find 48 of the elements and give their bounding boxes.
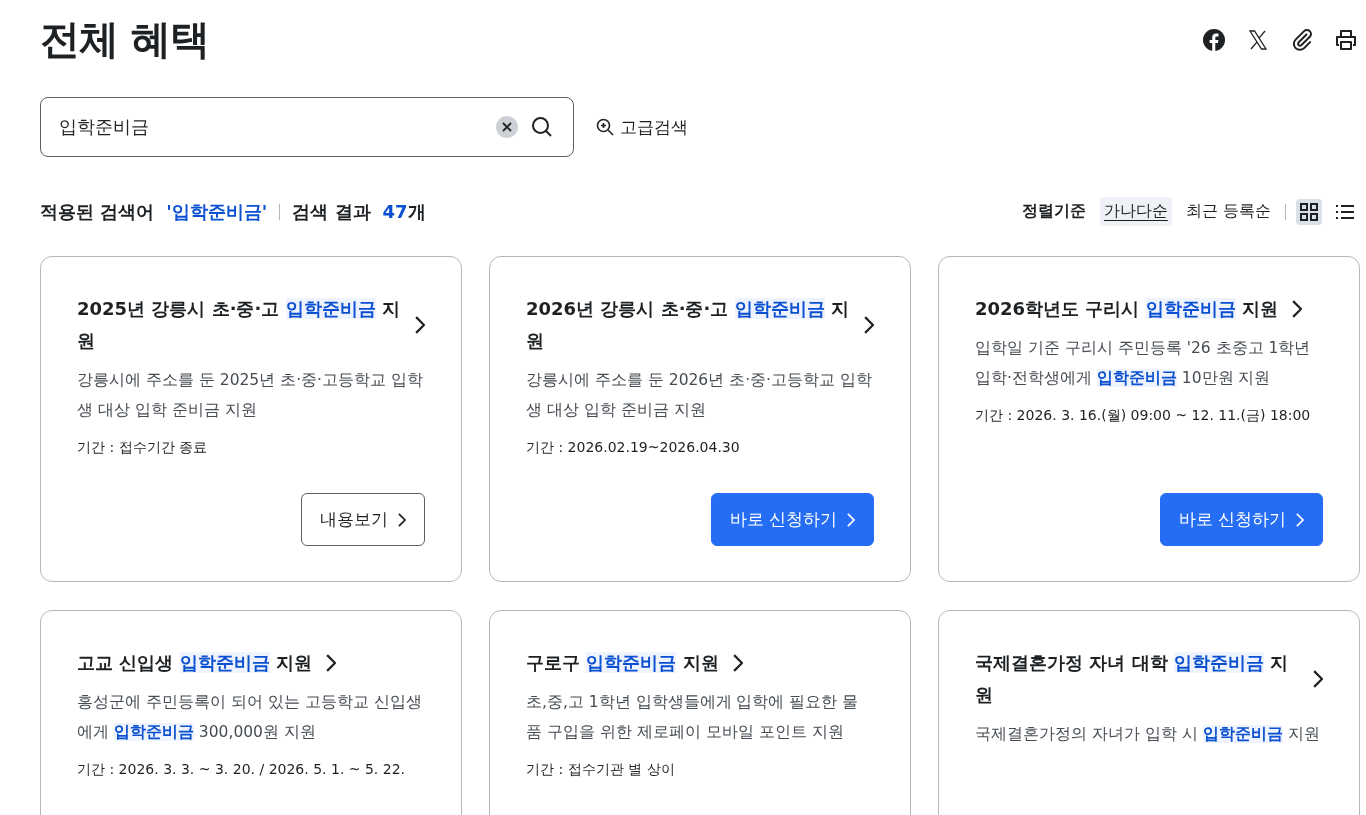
result-count: 47개 [382,199,426,224]
view-toggle-button[interactable] [1296,198,1322,225]
paperclip-icon[interactable] [1290,27,1314,52]
card-description: 강릉시에 주소를 둔 2026년 초·중·고등학교 입학생 대상 입학 준비금 지원 [526,370,873,421]
apply-button[interactable]: 바로 신청하기 [1159,493,1323,546]
chevron-right-icon [414,316,425,334]
clear-icon[interactable] [496,116,518,138]
apply-button[interactable]: 바로 신청하기 [710,493,874,546]
chevron-right-icon [732,654,743,672]
chevron-right-icon [1312,670,1323,688]
print-icon[interactable] [1334,27,1358,52]
result-label: 검색 결과 [292,199,371,224]
card-title[interactable]: 2025년 강릉시 초·중·고 입학준비금 지원 [77,293,401,357]
chevron-right-icon [1296,512,1304,527]
card-title[interactable]: 국제결혼가정 자녀 대학 입학준비금 지원 [975,647,1299,711]
card-description: 초,중,고 1학년 입학생들에게 입학에 필요한 물품 구입을 위한 제로페이 모바일 포인트 지원 [526,692,860,743]
page-title: 전체 혜택 [40,15,209,64]
card-description: 홍성군에 주민등록이 되어 있는 고등학교 신입생에게 입학준비금 300,000원 지원 [77,692,423,743]
zoom-in-icon [596,118,614,136]
chevron-right-icon [1291,300,1303,318]
chevron-right-icon [847,512,855,527]
card-period: 기간 : 2026.02.19~2026.04.30 [526,439,741,457]
card-period: 기간 : 2026. 3. 3. ~ 3. 20. / 2026. 5. 1. ~ 5. 22. [77,761,407,779]
details-button[interactable]: 내용보기 [301,493,425,546]
grid-icon [1299,201,1319,222]
card-title[interactable]: 2026학년도 구리시 입학준비금 지원 [975,293,1278,325]
x-icon[interactable] [1246,27,1270,52]
card-period: 기간 : 접수기간 종료 [77,439,209,457]
card-description: 국제결혼가정의 자녀가 입학 시 입학준비금 지원 [975,724,1321,745]
sort-option[interactable]: 가나다순 [1099,197,1172,226]
card-period: 기간 : 2026. 3. 16.(월) 09:00 ~ 12. 11.(금) 18:00 [975,407,1312,425]
card-title[interactable]: 2026년 강릉시 초·중·고 입학준비금 지원 [526,293,850,357]
card-title[interactable]: 고교 신입생 입학준비금 지원 [77,647,312,679]
chevron-right-icon [398,512,406,527]
card-title[interactable]: 구로구 입학준비금 지원 [526,647,719,679]
card-description: 입학일 기준 구리시 주민등록 '26 초중고 1학년 입학·전학생에게 입학준비금 10만원 지원 [975,338,1312,389]
advanced-search-button[interactable]: 고급검색 [596,115,688,139]
sort-label: 정렬기준 [1021,201,1086,222]
applied-term: '입학준비금' [166,199,268,224]
facebook-icon[interactable] [1202,27,1226,52]
chevron-right-icon [325,654,336,672]
chevron-right-icon [863,316,874,334]
search-field[interactable]: 입학준비금 [40,97,574,157]
card-period: 기간 : 접수기관 별 상이 [526,761,676,779]
search-icon[interactable] [530,115,554,139]
sort-option[interactable]: 최근 등록순 [1181,197,1275,226]
card-description: 강릉시에 주소를 둔 2025년 초·중·고등학교 입학생 대상 입학 준비금 지원 [77,370,424,421]
applied-term-label: 적용된 검색어 [40,199,155,224]
